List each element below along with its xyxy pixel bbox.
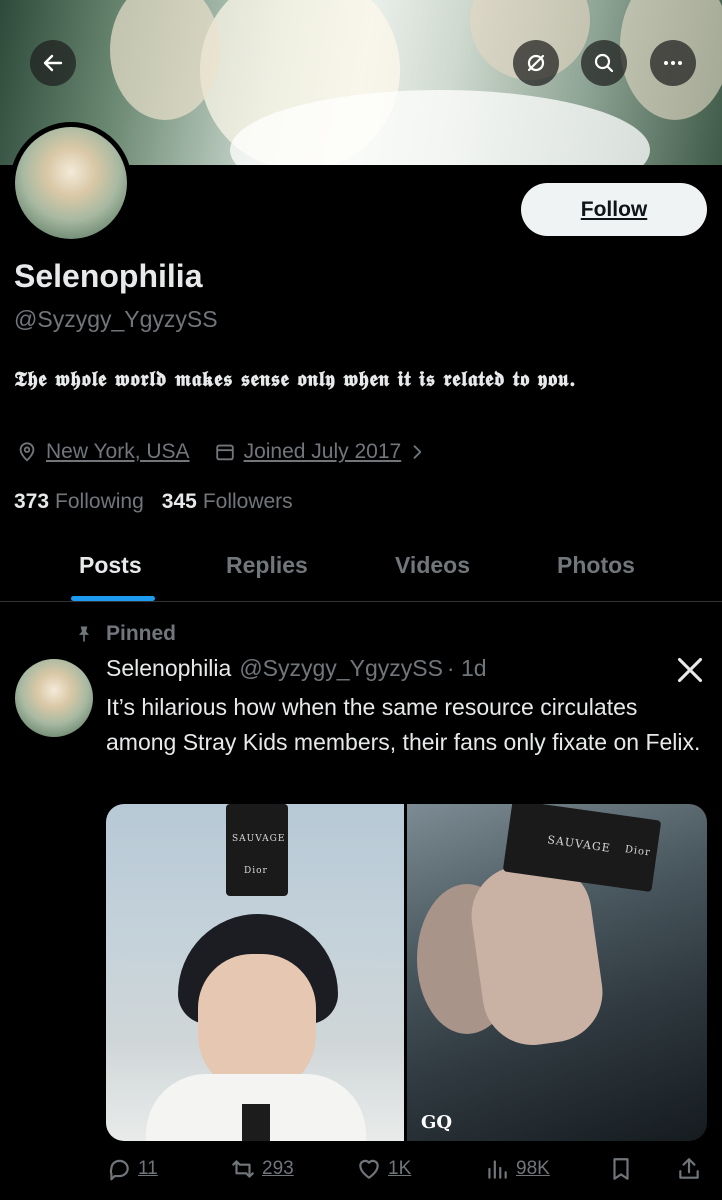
views-button[interactable]: 98K	[484, 1156, 550, 1182]
media-image-1[interactable]: SAUVAGE Dior	[106, 804, 404, 1141]
more-horizontal-icon	[664, 61, 682, 65]
tweet-header: Selenophilia @Syzygy_YgyzySS · 1d	[106, 655, 487, 682]
retweet-button[interactable]: 293	[230, 1156, 294, 1182]
followers-link[interactable]: 345 Followers	[162, 490, 293, 514]
pinned-label: Pinned	[106, 622, 177, 645]
tab-replies[interactable]: Replies	[226, 552, 308, 579]
followers-label: Followers	[202, 490, 293, 513]
calendar-icon	[215, 444, 234, 461]
tweet-author-avatar[interactable]	[15, 659, 93, 737]
following-link[interactable]: 373 Following	[14, 490, 144, 514]
reply-count: 11	[138, 1158, 158, 1179]
retweet-icon	[232, 1160, 254, 1178]
tab-videos[interactable]: Videos	[395, 552, 470, 579]
like-count: 1K	[388, 1158, 412, 1179]
share-button[interactable]	[676, 1156, 708, 1182]
tweet-author-name[interactable]: Selenophilia	[106, 655, 231, 682]
pinned-indicator: Pinned	[74, 622, 176, 646]
tweet-media[interactable]: SAUVAGE Dior SAUVAGE Dior GQ	[106, 804, 707, 1141]
follow-counts: 373 Following 345 Followers	[14, 490, 293, 514]
profile-avatar[interactable]	[10, 122, 132, 244]
location-pin-icon	[19, 442, 35, 462]
joined-date-link[interactable]: Joined July 2017	[244, 440, 402, 464]
tweet-text: It’s hilarious how when the same resourc…	[106, 694, 701, 755]
mute-button[interactable]	[513, 40, 559, 86]
follow-button[interactable]: Follow	[521, 183, 707, 236]
bottle-label: SAUVAGE	[546, 833, 612, 855]
following-label: Following	[55, 490, 144, 513]
perfume-bottle: SAUVAGE Dior	[226, 804, 288, 896]
reply-button[interactable]: 11	[106, 1156, 158, 1182]
views-chart-icon	[488, 1160, 507, 1179]
back-button[interactable]	[30, 40, 76, 86]
share-icon	[679, 1158, 699, 1179]
bottle-brand: Dior	[244, 866, 268, 876]
reply-icon	[109, 1159, 129, 1181]
followers-count: 345	[161, 490, 197, 513]
tweet-actions: 11 293 1K 98K	[0, 1152, 722, 1188]
chevron-right-icon	[413, 445, 422, 459]
tab-posts[interactable]: Posts	[79, 552, 142, 579]
avatar-image	[15, 127, 127, 239]
bookmark-button[interactable]	[608, 1156, 640, 1182]
profile-tabs: Posts Replies Videos Photos	[0, 540, 722, 602]
tweet-author-handle[interactable]: @Syzygy_YgyzySS	[239, 655, 443, 682]
x-logo-icon	[677, 657, 703, 683]
more-button[interactable]	[650, 40, 696, 86]
search-icon	[594, 53, 614, 73]
heart-icon	[359, 1159, 379, 1179]
active-tab-indicator	[71, 596, 155, 601]
bottle-brand: Dior	[624, 844, 652, 859]
circle-slash-icon	[527, 54, 545, 72]
profile-meta: New York, USA Joined July 2017	[16, 440, 435, 464]
views-count: 98K	[516, 1158, 550, 1179]
bookmark-icon	[613, 1158, 629, 1180]
pin-icon	[79, 626, 89, 642]
tab-photos[interactable]: Photos	[557, 552, 635, 579]
display-name: Selenophilia	[14, 258, 203, 294]
tweet-time[interactable]: · 1d	[447, 655, 487, 682]
following-count: 373	[14, 490, 50, 513]
retweet-count: 293	[262, 1158, 294, 1179]
arrow-left-icon	[43, 54, 63, 72]
like-button[interactable]: 1K	[356, 1156, 411, 1182]
bottle-label: SAUVAGE	[232, 834, 286, 844]
profile-bio: 𝕿𝖍𝖊 𝖜𝖍𝖔𝖑𝖊 𝖜𝖔𝖗𝖑𝖉 𝖒𝖆𝖐𝖊𝖘 𝖘𝖊𝖓𝖘𝖊 𝖔𝖓𝖑𝖞 𝖜𝖍𝖊𝖓 𝖎𝖙…	[14, 366, 577, 391]
media-image-2[interactable]: SAUVAGE Dior GQ	[407, 804, 707, 1141]
user-handle: @Syzygy_YgyzySS	[14, 306, 218, 332]
magazine-logo: GQ	[421, 1112, 453, 1133]
search-button[interactable]	[581, 40, 627, 86]
location-link[interactable]: New York, USA	[46, 440, 190, 464]
